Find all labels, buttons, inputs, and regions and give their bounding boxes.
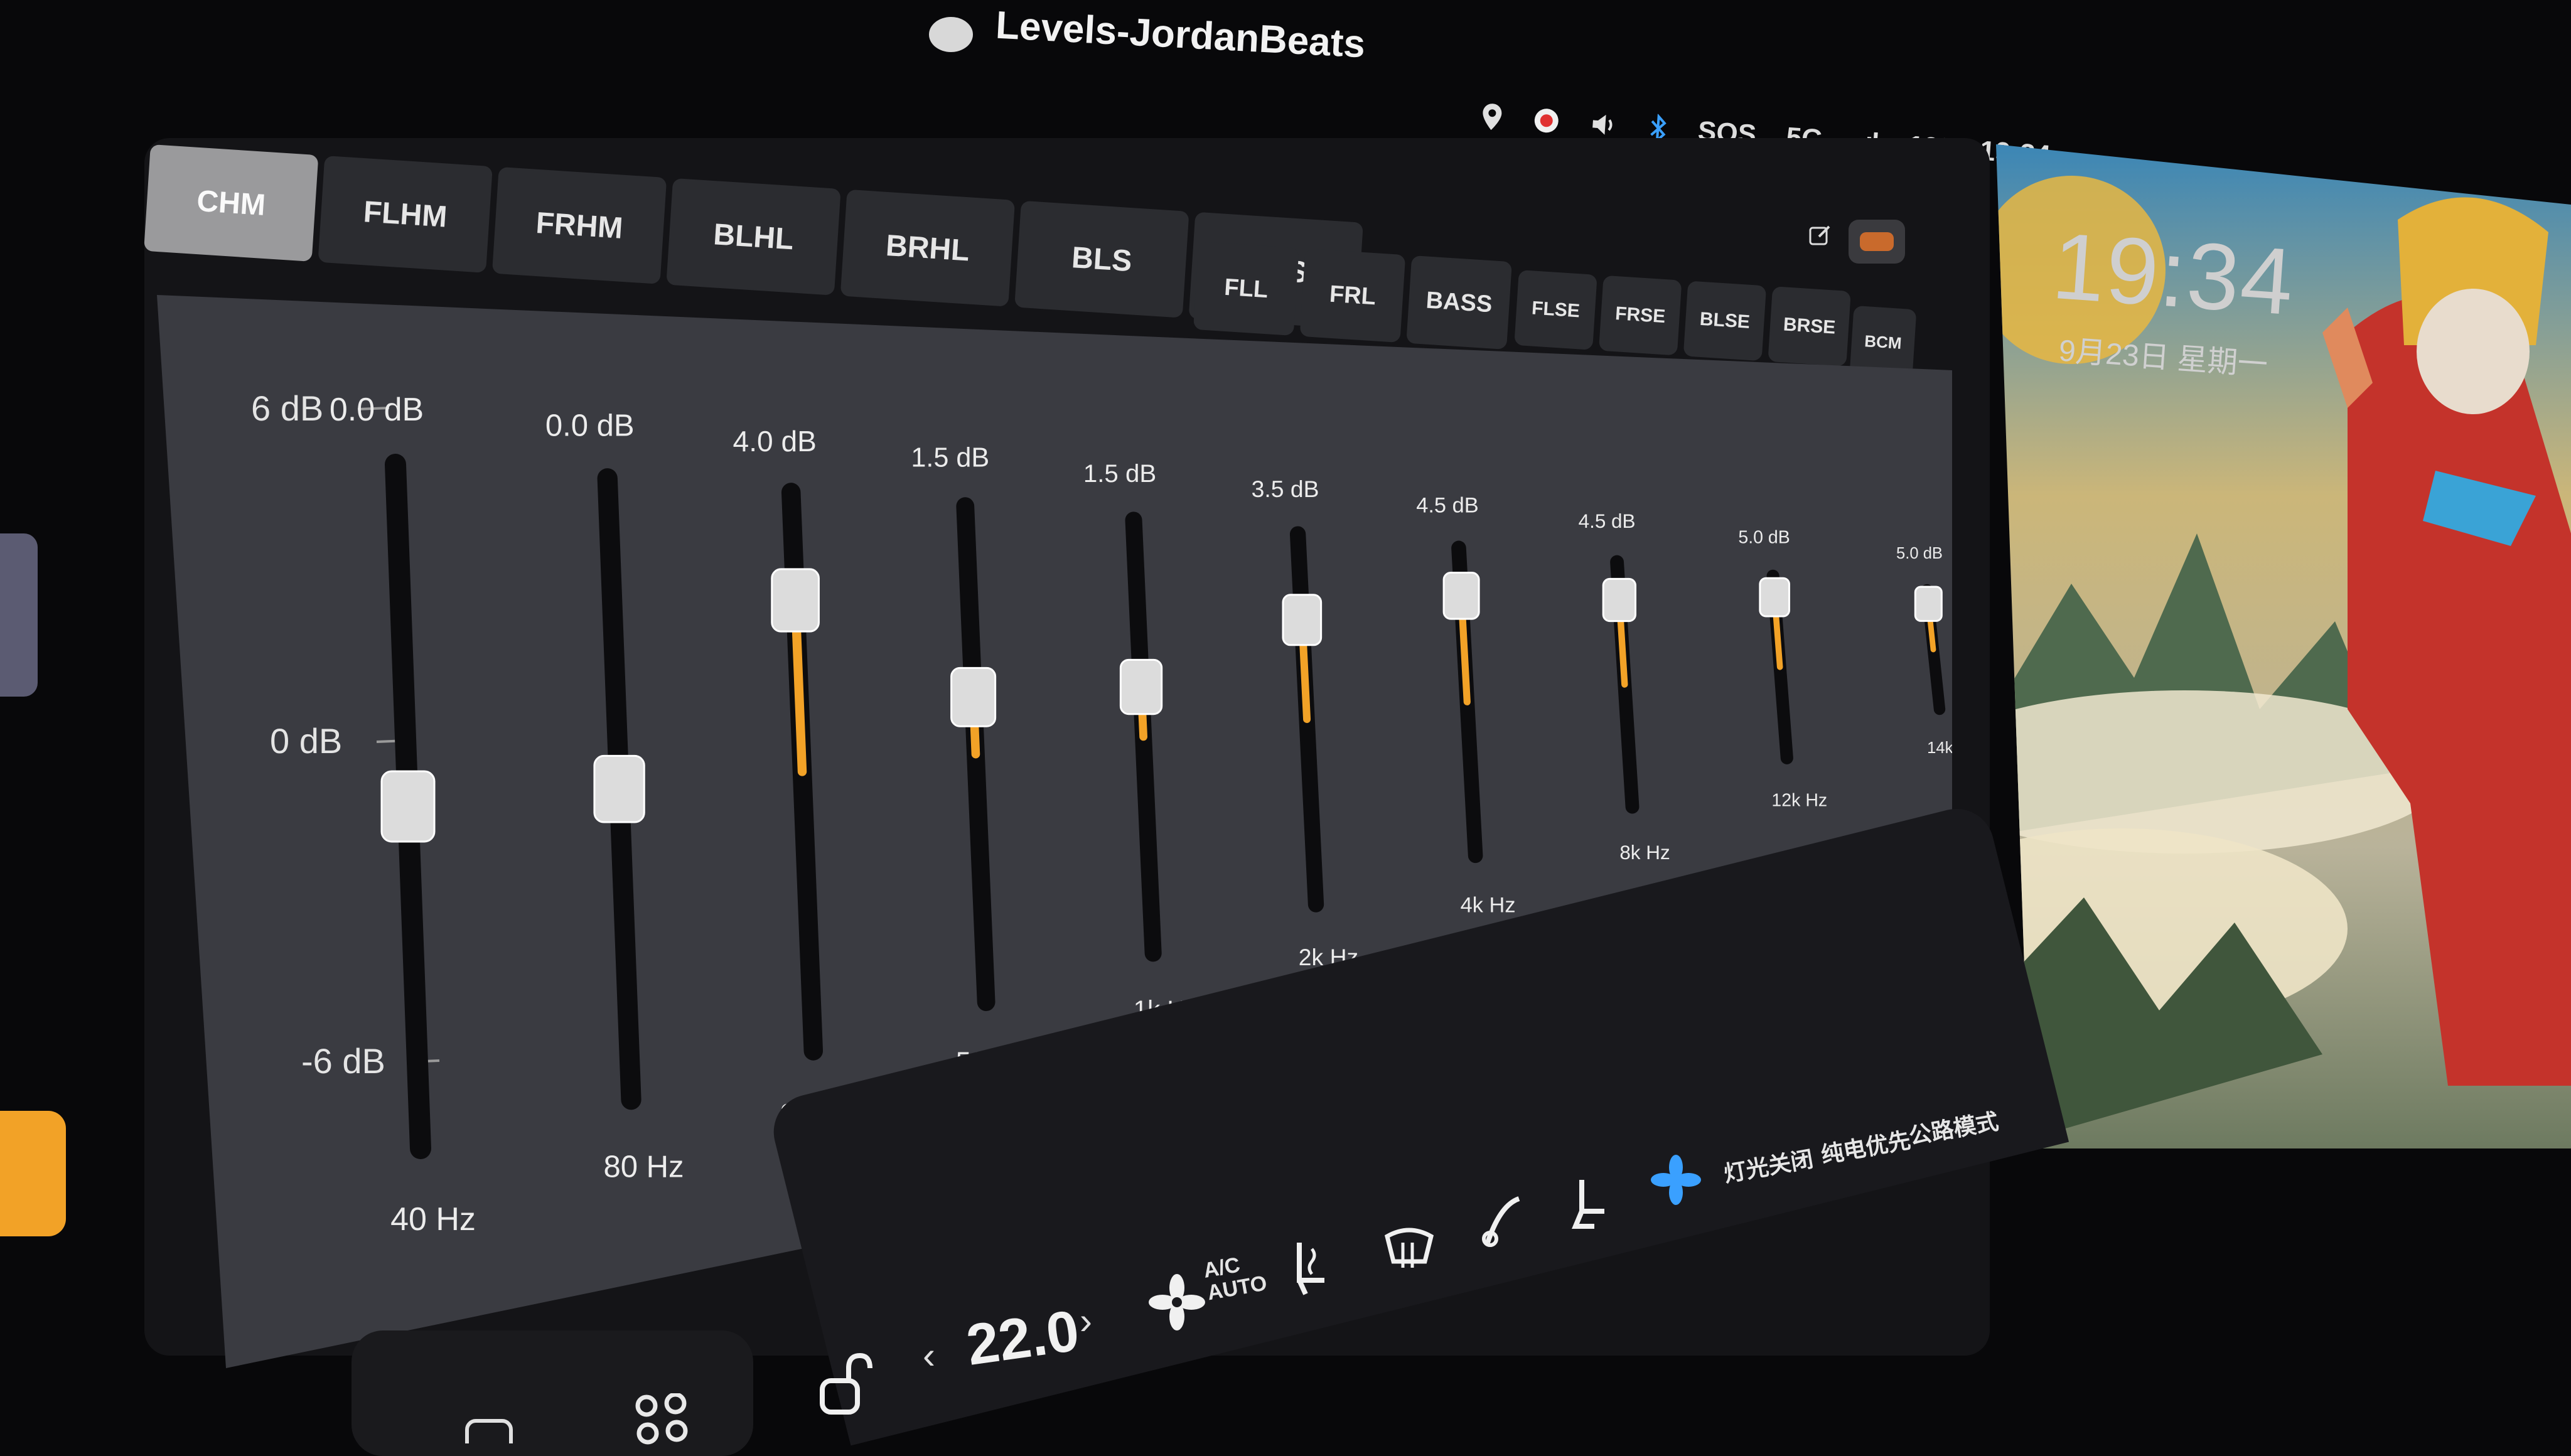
eq-gain-label: 5.0 dB	[1738, 528, 1790, 548]
eq-slider-thumb[interactable]	[380, 770, 436, 843]
eq-gain-label: 1.5 dB	[911, 442, 989, 473]
seat-vent-icon[interactable]	[1563, 1174, 1613, 1233]
eq-freq-label: 8k Hz	[1619, 842, 1670, 864]
eq-gain-label: 0.0 dB	[545, 409, 635, 442]
tab-frhm[interactable]: FRHM	[491, 166, 667, 284]
eq-freq-label: 12k Hz	[1771, 790, 1827, 810]
app-dock	[352, 1330, 753, 1456]
eq-slider-thumb[interactable]	[1119, 658, 1163, 715]
side-app-shortcut-orange[interactable]	[0, 1111, 66, 1236]
fan-blue-icon[interactable]	[1651, 1155, 1701, 1208]
eq-gain-label: 4.5 dB	[1416, 494, 1478, 518]
lock-icon[interactable]	[816, 1349, 872, 1421]
seat-heat-icon[interactable]	[1287, 1236, 1337, 1302]
wiper-icon[interactable]	[1475, 1192, 1525, 1252]
eq-freq-label: 4k Hz	[1461, 893, 1516, 917]
eq-gain-label: 0.0 dB	[330, 392, 424, 428]
app-grid-icon[interactable]	[634, 1392, 690, 1449]
eq-gain-label: 4.0 dB	[733, 425, 817, 458]
tab-flhm[interactable]: FLHM	[318, 155, 493, 273]
temp-decrease-button[interactable]: ‹	[923, 1334, 935, 1377]
defrost-icon[interactable]	[1381, 1218, 1437, 1277]
eq-gain-label: 3.5 dB	[1252, 476, 1319, 502]
volume-icon	[1592, 114, 1613, 135]
scale-label: -6 dB	[301, 1041, 385, 1081]
eq-slider-thumb[interactable]	[1759, 577, 1791, 618]
side-app-shortcut[interactable]	[0, 533, 38, 697]
fan-icon[interactable]	[1149, 1274, 1205, 1334]
eq-gain-label: 4.5 dB	[1579, 510, 1636, 532]
toggle-icon[interactable]	[1849, 220, 1905, 264]
song-title: Levels-JordanBeats	[994, 3, 1366, 66]
eq-gain-label: 5.0 dB	[1896, 545, 1943, 562]
eq-freq-label: 14k Hz	[1927, 739, 1952, 757]
temp-increase-button[interactable]: ›	[1080, 1299, 1092, 1342]
tab-chm[interactable]: CHM	[144, 144, 319, 262]
eq-slider-thumb[interactable]	[771, 568, 820, 633]
eq-freq-label: 40 Hz	[390, 1201, 476, 1238]
scale-label: 6 dB	[251, 388, 323, 428]
edit-icon[interactable]	[1808, 223, 1833, 251]
eq-slider-thumb[interactable]	[1442, 571, 1480, 620]
window-icon[interactable]	[464, 1418, 515, 1454]
eq-slider-thumb[interactable]	[1914, 586, 1943, 622]
eq-slider-thumb[interactable]	[593, 754, 645, 823]
eq-freq-label: 80 Hz	[603, 1150, 684, 1184]
location-icon	[1483, 104, 1502, 131]
album-art-icon	[929, 17, 973, 52]
eq-slider-thumb[interactable]	[1282, 594, 1323, 646]
eq-slider-thumb[interactable]	[1602, 577, 1637, 623]
record-icon	[1534, 109, 1559, 133]
eq-gain-label: 1.5 dB	[1083, 459, 1156, 488]
ac-auto-button[interactable]: A/C AUTO	[1201, 1251, 1269, 1305]
scale-label: 0 dB	[270, 721, 342, 761]
eq-slider-thumb[interactable]	[950, 666, 997, 727]
now-playing[interactable]: Levels-JordanBeats	[929, 0, 1366, 69]
wallpaper-clock: 19:34	[2049, 212, 2298, 335]
